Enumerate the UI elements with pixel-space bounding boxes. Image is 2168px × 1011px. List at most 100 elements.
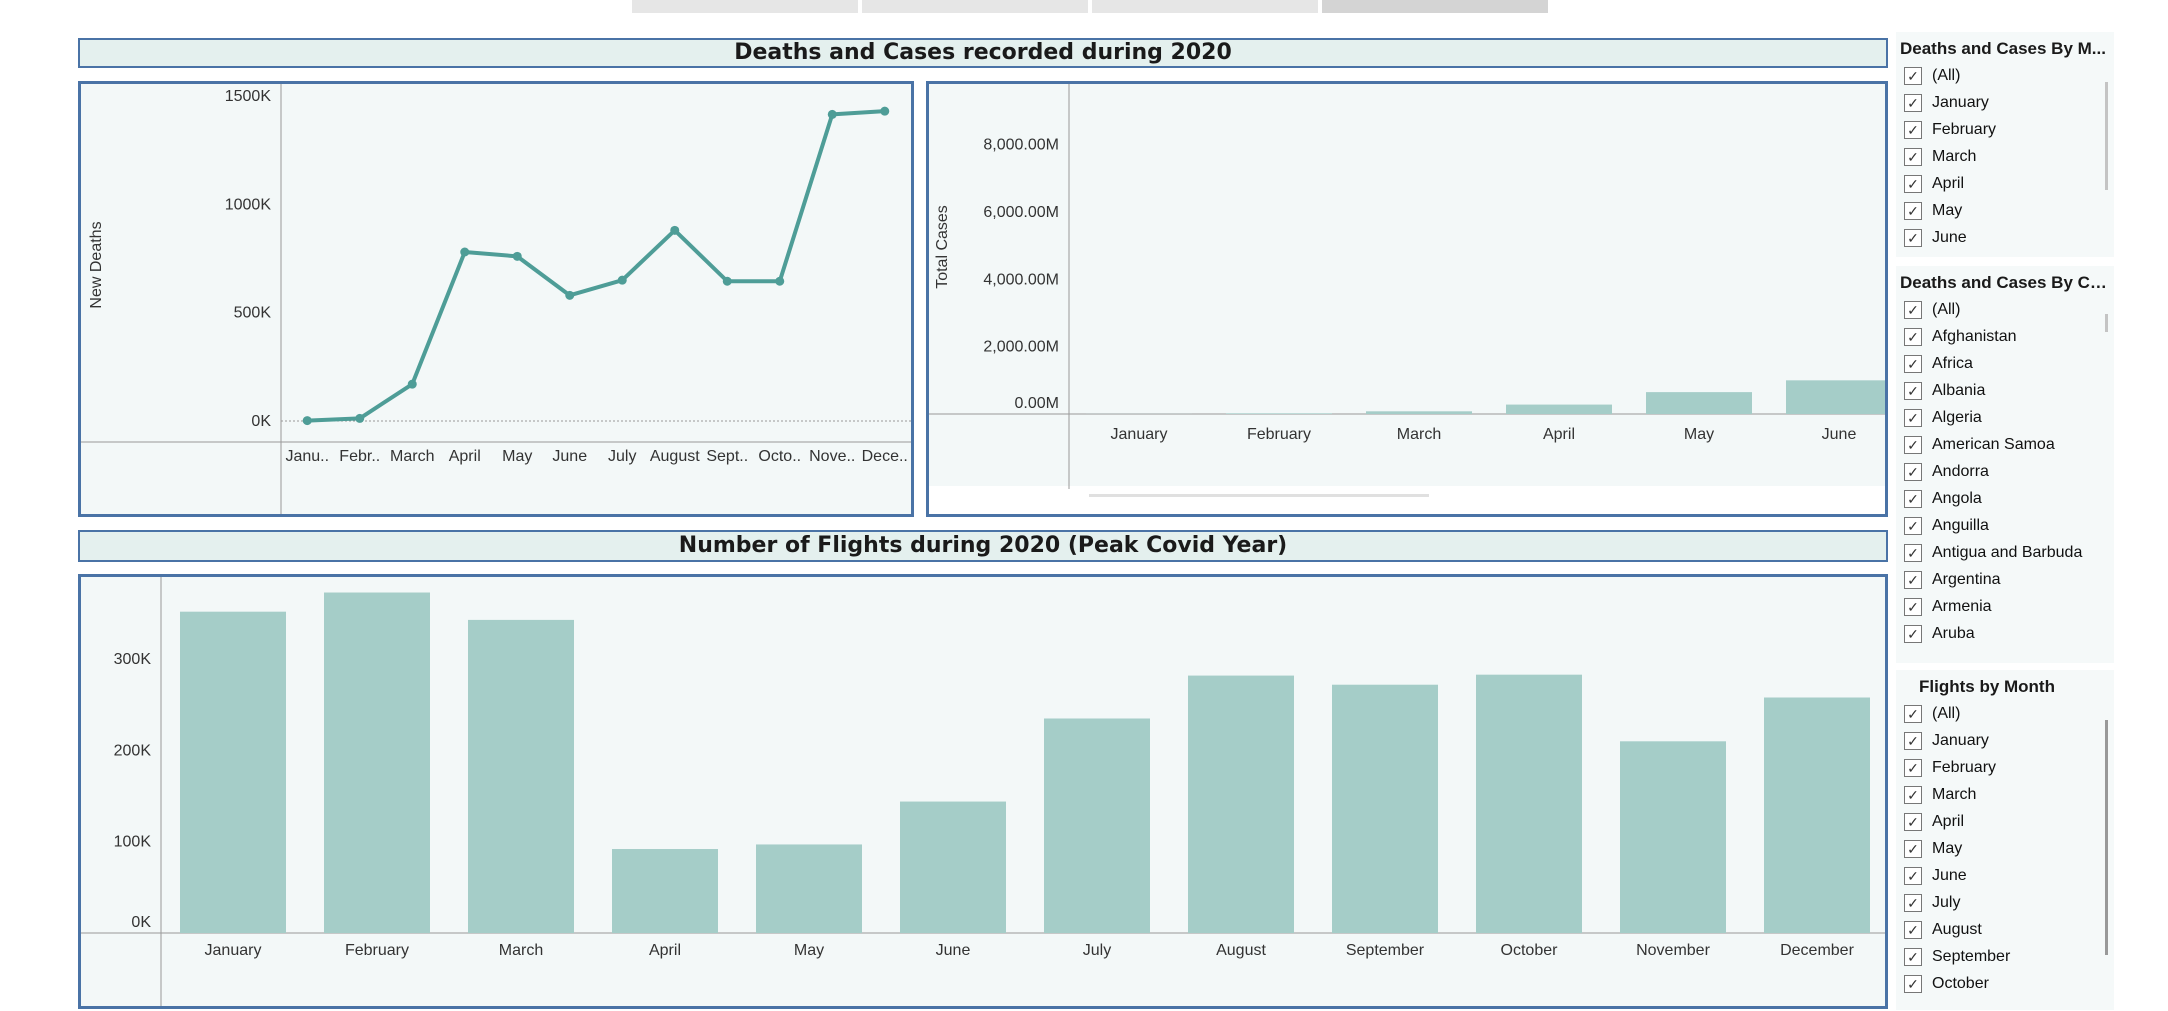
checkbox-checked-icon[interactable]: ✓ (1904, 93, 1922, 112)
filter-option[interactable]: ✓ April (1896, 808, 2114, 835)
checkbox-checked-icon[interactable]: ✓ (1904, 570, 1922, 589)
checkbox-checked-icon[interactable]: ✓ (1904, 516, 1922, 535)
checkbox-checked-icon[interactable]: ✓ (1904, 920, 1922, 939)
bar (1764, 697, 1870, 933)
filter-option[interactable]: ✓ February (1896, 754, 2114, 781)
filter-option[interactable]: ✓ (All) (1896, 700, 2114, 727)
y-axis-label: Total Cases (934, 205, 951, 289)
checkbox-checked-icon[interactable]: ✓ (1904, 462, 1922, 481)
y-tick-label: 1000K (225, 196, 272, 213)
filter-option[interactable]: ✓ Antigua and Barbuda (1896, 539, 2114, 566)
x-tick-label: August (650, 448, 700, 465)
checkbox-checked-icon[interactable]: ✓ (1904, 597, 1922, 616)
checkbox-checked-icon[interactable]: ✓ (1904, 947, 1922, 966)
tab-2[interactable] (862, 0, 1088, 13)
data-point (880, 106, 890, 116)
filter-option[interactable]: ✓ Argentina (1896, 566, 2114, 593)
x-tick-label: Febr.. (339, 448, 380, 465)
filter-option[interactable]: ✓ (All) (1896, 296, 2114, 323)
checkbox-checked-icon[interactable]: ✓ (1904, 543, 1922, 562)
checkbox-checked-icon[interactable]: ✓ (1904, 785, 1922, 804)
filter-option[interactable]: ✓ September (1896, 943, 2114, 970)
filter-option[interactable]: ✓ March (1896, 781, 2114, 808)
filter-deaths-by-month: Deaths and Cases By M... ✓ (All) ✓ January ✓… (1896, 32, 2114, 257)
filter-option-label: March (1932, 147, 1977, 165)
checkbox-checked-icon[interactable]: ✓ (1904, 228, 1922, 247)
checkbox-checked-icon[interactable]: ✓ (1904, 354, 1922, 373)
y-tick-label: 500K (234, 305, 272, 322)
x-tick-label: March (1397, 426, 1441, 443)
bar (612, 849, 718, 933)
scrollbar[interactable] (2105, 720, 2108, 955)
tab-1[interactable] (632, 0, 858, 13)
checkbox-checked-icon[interactable]: ✓ (1904, 147, 1922, 166)
y-tick-label: 300K (114, 651, 152, 668)
filter-list: ✓ (All) ✓ January ✓ February ✓ March ✓ April ✓ May ✓… (1896, 700, 2114, 997)
bar (1476, 674, 1582, 933)
bar (1506, 404, 1612, 414)
checkbox-checked-icon[interactable]: ✓ (1904, 300, 1922, 319)
bar (324, 592, 430, 933)
scrollbar[interactable] (2105, 314, 2108, 332)
filter-option[interactable]: ✓ June (1896, 862, 2114, 889)
filter-option-label: Anguilla (1932, 516, 1989, 534)
flights-title: Number of Flights during 2020 (Peak Covi… (78, 530, 1888, 562)
bar (1620, 741, 1726, 933)
filter-option[interactable]: ✓ Africa (1896, 350, 2114, 377)
checkbox-checked-icon[interactable]: ✓ (1904, 866, 1922, 885)
filter-option[interactable]: ✓ Andorra (1896, 458, 2114, 485)
data-point (460, 247, 470, 257)
filter-option[interactable]: ✓ Albania (1896, 377, 2114, 404)
checkbox-checked-icon[interactable]: ✓ (1904, 893, 1922, 912)
filter-option[interactable]: ✓ Armenia (1896, 593, 2114, 620)
checkbox-checked-icon[interactable]: ✓ (1904, 408, 1922, 427)
data-point (827, 109, 837, 119)
filter-option[interactable]: ✓ American Samoa (1896, 431, 2114, 458)
filter-option[interactable]: ✓ June (1896, 224, 2114, 251)
checkbox-checked-icon[interactable]: ✓ (1904, 381, 1922, 400)
x-tick-label: April (449, 448, 481, 465)
filter-option[interactable]: ✓ (All) (1896, 62, 2114, 89)
checkbox-checked-icon[interactable]: ✓ (1904, 839, 1922, 858)
x-tick-label: February (345, 942, 409, 959)
checkbox-checked-icon[interactable]: ✓ (1904, 624, 1922, 643)
checkbox-checked-icon[interactable]: ✓ (1904, 66, 1922, 85)
checkbox-checked-icon[interactable]: ✓ (1904, 704, 1922, 723)
filter-option-label: February (1932, 120, 1997, 138)
filter-option-label: July (1932, 893, 1961, 911)
filter-title: Deaths and Cases By M... (1900, 39, 2106, 58)
filter-option[interactable]: ✓ May (1896, 835, 2114, 862)
filter-option[interactable]: ✓ January (1896, 727, 2114, 754)
filter-option-label: Antigua and Barbuda (1932, 543, 2083, 561)
checkbox-checked-icon[interactable]: ✓ (1904, 120, 1922, 139)
checkbox-checked-icon[interactable]: ✓ (1904, 174, 1922, 193)
filter-option[interactable]: ✓ Anguilla (1896, 512, 2114, 539)
filter-option[interactable]: ✓ January (1896, 89, 2114, 116)
filter-option[interactable]: ✓ Aruba (1896, 620, 2114, 647)
filter-option[interactable]: ✓ Algeria (1896, 404, 2114, 431)
tab-3[interactable] (1092, 0, 1318, 13)
checkbox-checked-icon[interactable]: ✓ (1904, 974, 1922, 993)
filter-option[interactable]: ✓ October (1896, 970, 2114, 997)
checkbox-checked-icon[interactable]: ✓ (1904, 435, 1922, 454)
data-point (722, 276, 732, 286)
checkbox-checked-icon[interactable]: ✓ (1904, 758, 1922, 777)
checkbox-checked-icon[interactable]: ✓ (1904, 812, 1922, 831)
x-tick-label: September (1346, 942, 1425, 959)
filter-option[interactable]: ✓ July (1896, 889, 2114, 916)
filter-option[interactable]: ✓ Angola (1896, 485, 2114, 512)
x-tick-label: Nove.. (809, 448, 855, 465)
checkbox-checked-icon[interactable]: ✓ (1904, 489, 1922, 508)
tab-4[interactable] (1322, 0, 1548, 13)
filter-option[interactable]: ✓ August (1896, 916, 2114, 943)
filter-option[interactable]: ✓ Afghanistan (1896, 323, 2114, 350)
filter-option[interactable]: ✓ May (1896, 197, 2114, 224)
checkbox-checked-icon[interactable]: ✓ (1904, 201, 1922, 220)
scrollbar[interactable] (2105, 82, 2108, 190)
filter-option[interactable]: ✓ March (1896, 143, 2114, 170)
checkbox-checked-icon[interactable]: ✓ (1904, 731, 1922, 750)
data-point (512, 251, 522, 261)
filter-option[interactable]: ✓ April (1896, 170, 2114, 197)
filter-option[interactable]: ✓ February (1896, 116, 2114, 143)
checkbox-checked-icon[interactable]: ✓ (1904, 327, 1922, 346)
